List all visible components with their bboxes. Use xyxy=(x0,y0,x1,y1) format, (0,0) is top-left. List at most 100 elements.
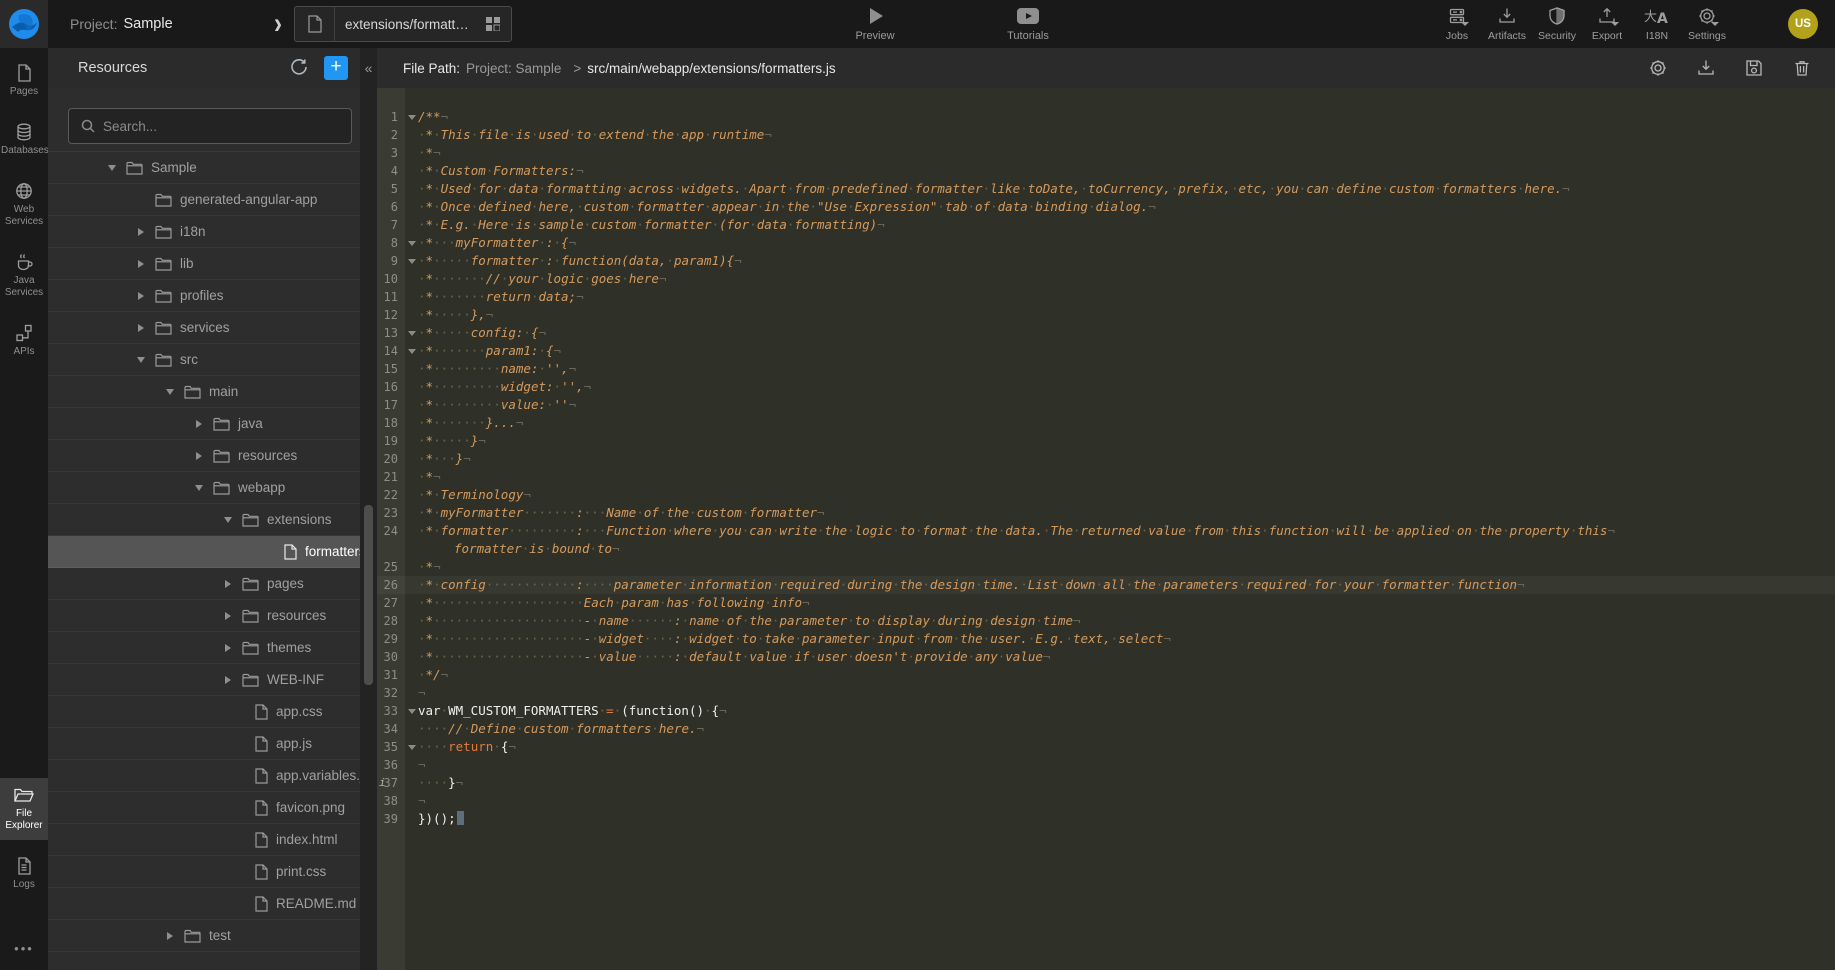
code-line[interactable]: 17·*·········value:·''¬ xyxy=(377,396,1835,414)
tree-item[interactable]: java xyxy=(48,408,360,440)
code-line[interactable]: 13·*·····config:·{¬ xyxy=(377,324,1835,342)
tree-item[interactable]: main xyxy=(48,376,360,408)
caret-down-icon[interactable] xyxy=(191,485,207,491)
code-line[interactable]: 37i····}¬ xyxy=(377,774,1835,792)
code-line[interactable]: 5·*·Used·for·data·formatting·across·widg… xyxy=(377,180,1835,198)
caret-right-icon[interactable] xyxy=(162,932,178,940)
collapse-panel-button[interactable]: « xyxy=(361,56,376,80)
fold-caret-icon[interactable] xyxy=(408,241,416,246)
nav-item-jobs[interactable]: Jobs xyxy=(1432,4,1482,42)
editor-settings-button[interactable] xyxy=(1647,57,1669,79)
search-input[interactable] xyxy=(103,119,333,134)
code-line[interactable]: 24·*·formatter·········:···Function·wher… xyxy=(377,522,1835,540)
code-line[interactable]: 29·*····················-·widget····:·wi… xyxy=(377,630,1835,648)
grid-icon[interactable] xyxy=(479,17,507,31)
nav-item-settings[interactable]: Settings xyxy=(1682,4,1732,42)
tree-item[interactable]: app.js xyxy=(48,728,360,760)
code-line[interactable]: 11·*·······return·data;¬ xyxy=(377,288,1835,306)
code-line[interactable]: 7·*·E.g.·Here·is·sample·custom·formatter… xyxy=(377,216,1835,234)
user-avatar[interactable]: US xyxy=(1788,9,1818,39)
code-line[interactable]: 25·*¬ xyxy=(377,558,1835,576)
code-line[interactable]: 34····//·Define·custom·formatters·here.¬ xyxy=(377,720,1835,738)
tree-item[interactable]: themes xyxy=(48,632,360,664)
caret-down-icon[interactable] xyxy=(220,517,236,523)
code-line[interactable]: 18·*·······}...¬ xyxy=(377,414,1835,432)
wavemaker-logo[interactable] xyxy=(0,0,48,48)
nav-item-i18n[interactable]: 大AI18N xyxy=(1632,4,1682,42)
code-line[interactable]: 12·*·····},¬ xyxy=(377,306,1835,324)
fold-caret-icon[interactable] xyxy=(408,331,416,336)
tree-item[interactable]: profiles xyxy=(48,280,360,312)
code-line[interactable]: 23·*·myFormatter·······:···Name·of·the·c… xyxy=(377,504,1835,522)
more-options-button[interactable]: ••• xyxy=(0,941,48,956)
tree-item[interactable]: print.css xyxy=(48,856,360,888)
code-line[interactable]: 19·*·····}¬ xyxy=(377,432,1835,450)
tree-item[interactable]: src xyxy=(48,344,360,376)
tree-item[interactable]: pages xyxy=(48,568,360,600)
add-resource-button[interactable]: + xyxy=(324,56,348,80)
delete-file-button[interactable] xyxy=(1791,57,1813,79)
code-line[interactable]: 1/**¬ xyxy=(377,108,1835,126)
code-line[interactable]: 9·*·····formatter·:·function(data,·param… xyxy=(377,252,1835,270)
code-line[interactable]: 32¬ xyxy=(377,684,1835,702)
caret-down-icon[interactable] xyxy=(133,357,149,363)
caret-right-icon[interactable] xyxy=(220,612,236,620)
tree-item[interactable]: formatters.js xyxy=(48,536,360,568)
tree-item[interactable]: app.css xyxy=(48,696,360,728)
fold-caret-icon[interactable] xyxy=(408,745,416,750)
refresh-icon[interactable] xyxy=(290,58,308,76)
tree-item[interactable]: index.html xyxy=(48,824,360,856)
sidebar-item-logs[interactable]: Logs xyxy=(0,849,48,899)
open-file-tab[interactable]: extensions/formatt… xyxy=(294,6,512,42)
tree-item[interactable]: resources xyxy=(48,600,360,632)
fold-caret-icon[interactable] xyxy=(408,115,416,120)
code-line[interactable]: 39})(); xyxy=(377,810,1835,828)
code-line[interactable]: 16·*·········widget:·'',¬ xyxy=(377,378,1835,396)
caret-right-icon[interactable] xyxy=(133,324,149,332)
tree-item[interactable]: generated-angular-app xyxy=(48,184,360,216)
caret-right-icon[interactable] xyxy=(191,420,207,428)
tree-item[interactable]: WEB-INF xyxy=(48,664,360,696)
tree-item[interactable]: Sample xyxy=(48,152,360,184)
code-line[interactable]: 31·*/¬ xyxy=(377,666,1835,684)
tree-item[interactable]: favicon.png xyxy=(48,792,360,824)
code-editor[interactable]: 1/**¬2·*·This·file·is·used·to·extend·the… xyxy=(377,88,1835,970)
caret-right-icon[interactable] xyxy=(220,580,236,588)
project-selector[interactable]: Project: Sample xyxy=(70,0,173,48)
code-line[interactable]: 26·*·config············:····parameter·in… xyxy=(377,576,1835,594)
code-line[interactable]: 36¬ xyxy=(377,756,1835,774)
caret-right-icon[interactable] xyxy=(133,292,149,300)
code-line[interactable]: 3·*¬ xyxy=(377,144,1835,162)
caret-down-icon[interactable] xyxy=(104,165,120,171)
caret-right-icon[interactable] xyxy=(191,452,207,460)
code-line[interactable]: 20·*···}¬ xyxy=(377,450,1835,468)
code-line[interactable]: 4·*·Custom·Formatters:¬ xyxy=(377,162,1835,180)
code-line[interactable]: 15·*·········name:·'',¬ xyxy=(377,360,1835,378)
code-line[interactable]: 14·*·······param1:·{¬ xyxy=(377,342,1835,360)
sidebar-item-apis[interactable]: APIs xyxy=(0,316,48,366)
code-line[interactable]: 27·*····················Each·param·has·f… xyxy=(377,594,1835,612)
code-line[interactable]: 21·*¬ xyxy=(377,468,1835,486)
tree-item[interactable]: resources xyxy=(48,440,360,472)
tutorials-button[interactable]: Tutorials xyxy=(988,5,1068,42)
code-line[interactable]: 10·*·······//·your·logic·goes·here¬ xyxy=(377,270,1835,288)
nav-item-export[interactable]: Export xyxy=(1582,4,1632,42)
code-line[interactable]: 6·*·Once·defined·here,·custom·formatter·… xyxy=(377,198,1835,216)
tree-item[interactable]: extensions xyxy=(48,504,360,536)
code-line[interactable]: 22·*·Terminology¬ xyxy=(377,486,1835,504)
download-file-button[interactable] xyxy=(1695,57,1717,79)
sidebar-item-pages[interactable]: Pages xyxy=(0,56,48,106)
tree-item[interactable]: services xyxy=(48,312,360,344)
code-line[interactable]: 28·*····················-·name······:·na… xyxy=(377,612,1835,630)
code-line[interactable]: 30·*····················-·value·····:·de… xyxy=(377,648,1835,666)
code-line[interactable]: 33var·WM_CUSTOM_FORMATTERS·=·(function()… xyxy=(377,702,1835,720)
tree-item[interactable]: app.variables.json xyxy=(48,760,360,792)
fold-caret-icon[interactable] xyxy=(408,349,416,354)
code-line[interactable]: 35····return·{¬ xyxy=(377,738,1835,756)
nav-item-artifacts[interactable]: Artifacts xyxy=(1482,4,1532,42)
tree-scrollbar[interactable] xyxy=(364,505,373,685)
caret-right-icon[interactable] xyxy=(133,260,149,268)
caret-right-icon[interactable] xyxy=(220,676,236,684)
sidebar-item-web-services[interactable]: Web Services xyxy=(0,174,48,236)
code-line[interactable]: 2·*·This·file·is·used·to·extend·the·app·… xyxy=(377,126,1835,144)
